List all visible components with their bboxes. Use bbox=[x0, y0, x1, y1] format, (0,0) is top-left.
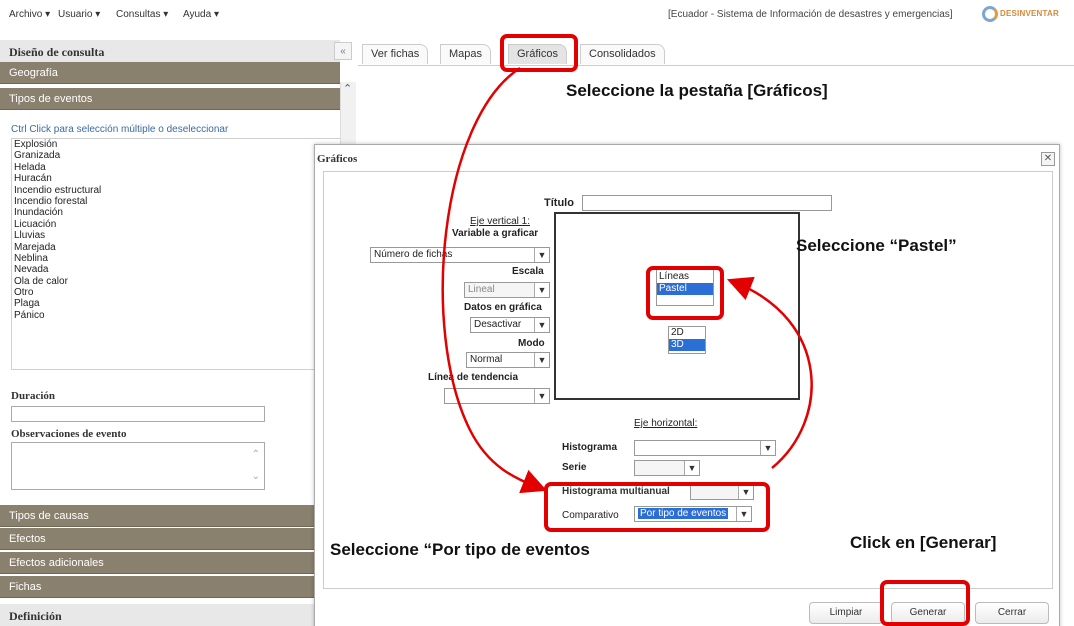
arrow-tab-to-comparativo bbox=[441, 66, 547, 494]
arrow-comparativo-to-pastel bbox=[727, 276, 813, 469]
annotation-arrows bbox=[441, 66, 813, 494]
